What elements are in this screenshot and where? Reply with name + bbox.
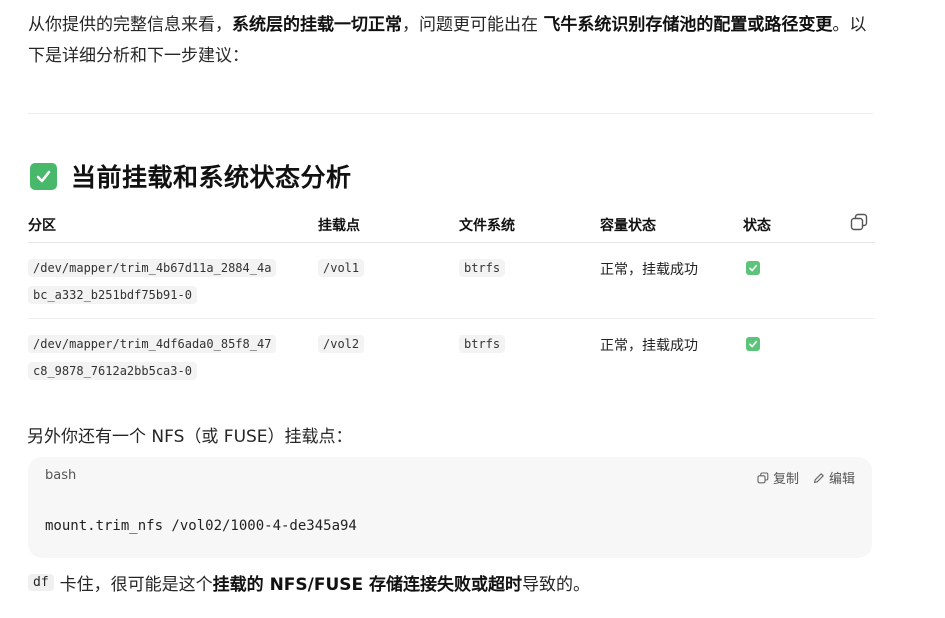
code-actions: 复制 编辑 xyxy=(757,468,855,487)
device-path: /dev/mapper/trim_4df6ada0_85f8_47 xyxy=(28,335,277,353)
table-row: /dev/mapper/trim_4b67d11a_2884_4a bc_a33… xyxy=(28,243,875,319)
copy-label: 复制 xyxy=(772,472,799,487)
pencil-icon xyxy=(813,472,824,483)
intro-bold-1: 系统层的挂载一切正常 xyxy=(232,15,402,35)
conclusion-paragraph: df 卡住，很可能是这个 挂载的 NFS/FUSE 存储连接失败或超时 导致的。 xyxy=(28,570,590,595)
intro-text-1: 从你提供的完整信息来看， xyxy=(28,15,232,35)
header-status: 状态 xyxy=(743,218,771,234)
conclusion-text-1: 卡住，很可能是这个 xyxy=(59,575,213,595)
section-title: 当前挂载和系统状态分析 xyxy=(71,163,352,192)
filesystem: btrfs xyxy=(459,259,506,277)
conclusion-text-2: 导致的。 xyxy=(522,575,591,595)
device-path: /dev/mapper/trim_4b67d11a_2884_4a xyxy=(28,259,277,277)
code-line: mount.trim_nfs /vol02/1000-4-de345a94 xyxy=(45,518,357,534)
copy-button[interactable]: 复制 xyxy=(757,468,799,487)
code-language: bash xyxy=(45,468,77,483)
header-partition: 分区 xyxy=(28,218,56,234)
table-header: 分区 挂载点 文件系统 容量状态 状态 xyxy=(28,210,875,243)
capacity-status: 正常，挂载成功 xyxy=(600,338,698,354)
header-mountpoint: 挂载点 xyxy=(318,218,360,234)
capacity-status: 正常，挂载成功 xyxy=(600,262,698,278)
filesystem: btrfs xyxy=(459,335,506,353)
device-path-cont: bc_a332_b251bdf75b91-0 xyxy=(28,286,197,304)
mount-status-table: 分区 挂载点 文件系统 容量状态 状态 /dev/mapper/trim_4b6… xyxy=(28,210,875,394)
check-mark-icon xyxy=(746,337,760,351)
code-block: bash 复制 编辑 mount.trim_nfs /vol02/1000-4-… xyxy=(28,457,872,558)
section-divider xyxy=(28,113,873,114)
device-path-cont: c8_9878_7612a2bb5ca3-0 xyxy=(28,362,197,380)
edit-button[interactable]: 编辑 xyxy=(813,468,855,487)
mountpoint: /vol1 xyxy=(318,259,365,277)
mountpoint: /vol2 xyxy=(318,335,365,353)
header-capacity: 容量状态 xyxy=(600,218,656,234)
intro-text-2: ，问题更可能出在 xyxy=(402,15,544,35)
check-mark-icon xyxy=(30,162,57,190)
copy-icon xyxy=(757,471,769,483)
copy-table-icon[interactable] xyxy=(849,212,869,236)
edit-label: 编辑 xyxy=(828,472,855,487)
table-row: /dev/mapper/trim_4df6ada0_85f8_47 c8_987… xyxy=(28,319,875,394)
conclusion-bold: 挂载的 NFS/FUSE 存储连接失败或超时 xyxy=(212,575,523,595)
header-filesystem: 文件系统 xyxy=(459,218,515,234)
inline-code: df xyxy=(28,574,54,591)
intro-bold-2: 飞牛系统识别存储池的配置或路径变更 xyxy=(543,15,833,35)
nfs-paragraph: 另外你还有一个 NFS（或 FUSE）挂载点： xyxy=(27,427,353,447)
intro-paragraph: 从你提供的完整信息来看，系统层的挂载一切正常，问题更可能出在 飞牛系统识别存储池… xyxy=(28,10,868,72)
check-mark-icon xyxy=(746,261,760,275)
section-heading: 当前挂载和系统状态分析 xyxy=(30,158,352,194)
